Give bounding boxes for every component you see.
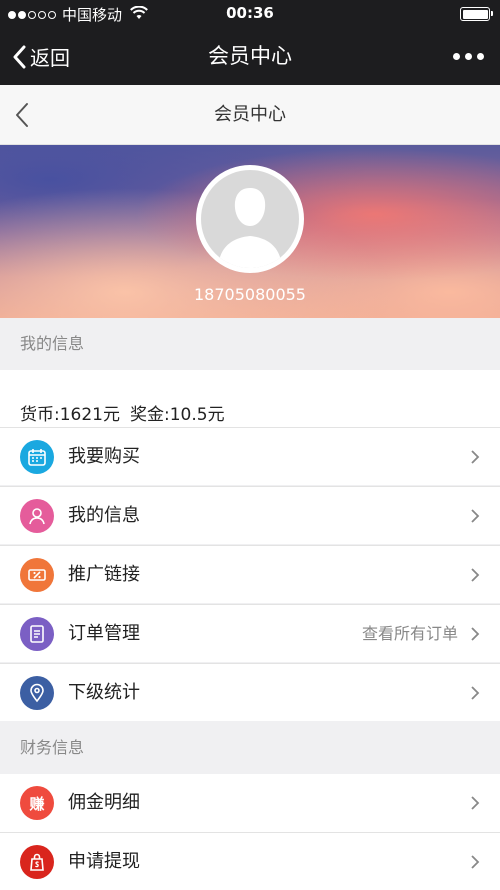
- avatar[interactable]: [196, 165, 304, 273]
- view-all-orders-link[interactable]: 查看所有订单: [362, 605, 458, 663]
- menu-item-buy[interactable]: 我要购买: [0, 427, 500, 485]
- calendar-icon: [20, 440, 54, 474]
- bonus-value: 奖金:10.5元: [130, 405, 225, 425]
- menu-item-subordinates[interactable]: 下级统计: [0, 663, 500, 721]
- chevron-right-icon: [471, 796, 480, 810]
- currency-value: 货币:1621元: [20, 405, 120, 425]
- menu-item-withdraw[interactable]: 申请提现: [0, 832, 500, 890]
- user-silhouette-icon: [218, 188, 282, 268]
- status-bar: 中国移动 00:36: [0, 0, 500, 28]
- chevron-right-icon: [471, 568, 480, 582]
- document-icon: [20, 617, 54, 651]
- menu-item-label: 我要购买: [68, 446, 140, 467]
- battery-icon: [460, 7, 493, 21]
- earn-icon: 赚: [20, 786, 54, 820]
- menu-item-label: 下级统计: [68, 682, 140, 703]
- wallet-icon: [20, 845, 54, 879]
- chevron-right-icon: [471, 509, 480, 523]
- menu-item-label: 我的信息: [68, 505, 140, 526]
- navigation-bar: 返回 会员中心: [0, 28, 500, 85]
- chevron-right-icon: [471, 627, 480, 641]
- menu-item-label: 申请提现: [68, 851, 140, 872]
- user-icon: [20, 499, 54, 533]
- chevron-right-icon: [471, 855, 480, 869]
- menu-item-label: 佣金明细: [68, 792, 140, 813]
- user-phone: 18705080055: [194, 285, 306, 304]
- status-time: 00:36: [226, 4, 274, 22]
- balance-card: 货币:1621元 奖金:10.5元: [0, 370, 500, 428]
- balance-text: 货币:1621元 奖金:10.5元: [20, 400, 225, 425]
- sub-header: 会员中心: [0, 85, 500, 145]
- location-pin-icon: [20, 676, 54, 710]
- menu-item-label: 推广链接: [68, 564, 140, 585]
- menu-item-my-info[interactable]: 我的信息: [0, 486, 500, 544]
- chevron-right-icon: [471, 450, 480, 464]
- sub-header-title: 会员中心: [214, 104, 286, 125]
- menu-item-promo-link[interactable]: 推广链接: [0, 545, 500, 603]
- more-menu-button[interactable]: [453, 28, 484, 85]
- menu-item-commission[interactable]: 赚 佣金明细: [0, 774, 500, 832]
- profile-banner: 18705080055: [0, 145, 500, 318]
- section-header-my-info: 我的信息: [0, 318, 500, 370]
- chevron-right-icon: [471, 686, 480, 700]
- more-dot-icon: [453, 53, 460, 60]
- section-header-finance: 财务信息: [0, 722, 500, 774]
- coupon-icon: [20, 558, 54, 592]
- menu-item-label: 订单管理: [68, 623, 140, 644]
- menu-item-orders[interactable]: 订单管理 查看所有订单: [0, 604, 500, 662]
- page-title: 会员中心: [208, 44, 292, 68]
